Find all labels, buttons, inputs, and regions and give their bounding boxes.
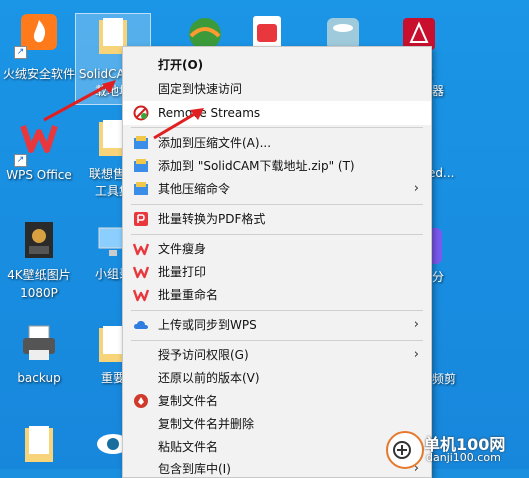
desktop-icon-huorong[interactable]: ↗ 火绒安全软件 [0, 10, 78, 85]
chevron-right-icon: › [413, 317, 419, 332]
menu-item-label: 复制文件名并删除 [158, 417, 255, 431]
desktop-icon-folder-bottom[interactable] [0, 420, 78, 470]
wps-icon [133, 266, 149, 279]
menu-item-copy-filename[interactable]: 复制文件名 [123, 389, 431, 413]
desktop-icon-label: WPS Office [6, 168, 72, 182]
menu-item-grant-access[interactable]: 授予访问权限(G) › [123, 343, 431, 367]
menu-item-label: 复制文件名 [158, 394, 219, 408]
cloud-icon [134, 320, 148, 329]
menu-item-label: 批量转换为PDF格式 [158, 212, 266, 226]
desktop-icon-wallpaper[interactable]: 4K壁纸图片 1080P [0, 218, 78, 308]
menu-item-label: 其他压缩命令 [158, 182, 231, 196]
no-entry-icon [133, 105, 149, 121]
menu-separator [131, 340, 423, 341]
desktop-icon-label: backup [17, 371, 61, 385]
menu-item-batch-pdf[interactable]: 批量转换为PDF格式 [123, 207, 431, 231]
desktop-icon-label: 4K壁纸图片 1080P [7, 268, 71, 300]
copy-filename-icon [134, 394, 148, 408]
menu-item-batch-print[interactable]: 批量打印 [123, 260, 431, 284]
menu-item-file-slim[interactable]: 文件瘦身 [123, 237, 431, 261]
menu-item-pin-quick-access[interactable]: 固定到快速访问 [123, 77, 431, 101]
printer-icon [23, 325, 55, 360]
menu-separator [131, 310, 423, 311]
menu-item-upload-wps[interactable]: 上传或同步到WPS › [123, 313, 431, 337]
menu-item-open[interactable]: 打开(O) [123, 53, 431, 77]
menu-item-label: 上传或同步到WPS [158, 318, 257, 332]
watermark: 单机100网 danji100.com [384, 429, 529, 469]
wps-icon [133, 243, 149, 256]
menu-item-label: 包含到库中(I) [158, 462, 231, 476]
chevron-right-icon: › [413, 181, 419, 196]
menu-separator [131, 204, 423, 205]
desktop-icon-label-right3: 分 [432, 270, 445, 284]
menu-item-label: 还原以前的版本(V) [158, 371, 260, 385]
watermark-logo-icon [386, 431, 424, 469]
shortcut-arrow-icon: ↗ [14, 154, 27, 167]
red-pointer-arrow-icon [153, 108, 204, 140]
shortcut-arrow-icon: ↗ [14, 46, 27, 59]
pdf-convert-icon [134, 212, 148, 226]
menu-item-label: 添加到 "SolidCAM下载地址.zip" (T) [158, 159, 355, 173]
chevron-right-icon: › [413, 347, 419, 362]
menu-item-label: 打开(O) [158, 58, 204, 72]
menu-item-label: 粘贴文件名 [158, 440, 219, 454]
menu-item-label: 授予访问权限(G) [158, 348, 249, 362]
watermark-url: danji100.com [426, 451, 501, 464]
red-pointer-arrow-icon [43, 80, 116, 122]
archive-icon [134, 136, 148, 149]
wps-icon [133, 289, 149, 302]
desktop-icon-backup[interactable]: backup [0, 322, 78, 392]
folder-icon [25, 426, 53, 462]
menu-item-label: 文件瘦身 [158, 242, 207, 256]
menu-item-label: 批量重命名 [158, 288, 219, 302]
menu-item-label: 批量打印 [158, 265, 207, 279]
archive-icon [134, 182, 148, 195]
menu-item-label: 固定到快速访问 [158, 82, 243, 96]
desktop-icon-sqlite[interactable] [304, 10, 382, 50]
menu-item-restore-versions[interactable]: 还原以前的版本(V) [123, 366, 431, 390]
menu-item-batch-rename[interactable]: 批量重命名 [123, 283, 431, 307]
desktop-icon-pdf[interactable] [228, 10, 306, 52]
desktop-icon-label-right4: 频剪 [432, 372, 457, 386]
menu-item-add-zip[interactable]: 添加到 "SolidCAM下载地址.zip" (T) [123, 154, 431, 178]
menu-separator [131, 234, 423, 235]
archive-icon [134, 159, 148, 172]
wallpaper-image-icon [25, 222, 53, 258]
menu-item-other-compress[interactable]: 其他压缩命令 › [123, 177, 431, 201]
